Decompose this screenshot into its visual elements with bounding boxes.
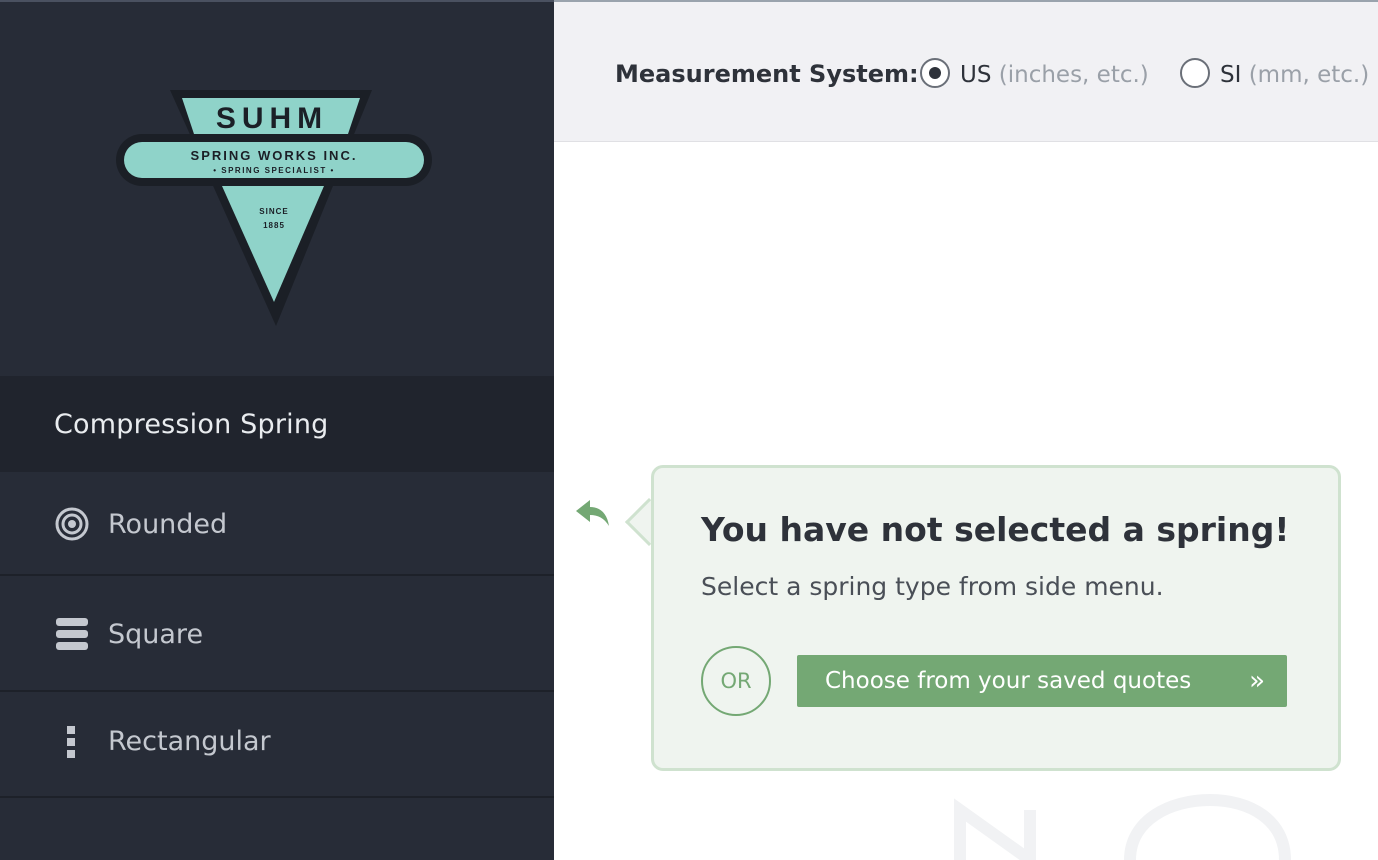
button-label: Choose from your saved quotes bbox=[825, 668, 1192, 694]
or-divider: OR bbox=[701, 646, 771, 716]
radio-si[interactable] bbox=[1180, 58, 1210, 88]
svg-text:1885: 1885 bbox=[263, 221, 285, 230]
svg-text:• SPRING SPECIALIST •: • SPRING SPECIALIST • bbox=[213, 166, 335, 175]
sidebar-item-label: Rectangular bbox=[108, 726, 271, 757]
sidebar-item-rounded[interactable]: Rounded bbox=[0, 472, 554, 576]
sidebar-item-rectangular[interactable]: Rectangular bbox=[0, 692, 554, 798]
sidebar-item-label: Rounded bbox=[108, 509, 228, 540]
measurement-system-label: Measurement System: bbox=[615, 60, 919, 88]
radio-us[interactable] bbox=[920, 58, 950, 88]
measurement-bar: Measurement System: US (inches, etc.) SI… bbox=[554, 0, 1378, 142]
sidebar: SUHM SPRING WORKS INC. • SPRING SPECIALI… bbox=[0, 0, 554, 860]
sidebar-item-square[interactable]: Square bbox=[0, 576, 554, 692]
choose-saved-quotes-button[interactable]: Choose from your saved quotes » bbox=[797, 655, 1287, 707]
background-watermark bbox=[940, 790, 1378, 860]
callout-message: Select a spring type from side menu. bbox=[701, 572, 1164, 601]
concentric-circles-icon bbox=[54, 506, 90, 542]
no-spring-selected-callout: You have not selected a spring! Select a… bbox=[651, 465, 1341, 771]
stacked-bars-icon bbox=[54, 616, 90, 652]
svg-text:SINCE: SINCE bbox=[259, 207, 288, 216]
reply-arrow-icon bbox=[574, 498, 612, 530]
section-header-compression-spring: Compression Spring bbox=[0, 376, 554, 472]
radio-us-label[interactable]: US (inches, etc.) bbox=[960, 62, 1149, 88]
radio-si-label[interactable]: SI (mm, etc.) bbox=[1220, 62, 1369, 88]
svg-text:SPRING WORKS INC.: SPRING WORKS INC. bbox=[191, 148, 358, 163]
double-chevron-right-icon: » bbox=[1249, 666, 1265, 696]
vertical-dots-icon bbox=[54, 724, 90, 760]
logo-wordmark: SUHM bbox=[216, 102, 328, 135]
callout-title: You have not selected a spring! bbox=[701, 510, 1290, 549]
company-logo[interactable]: SUHM SPRING WORKS INC. • SPRING SPECIALI… bbox=[112, 88, 437, 328]
sidebar-item-label: Square bbox=[108, 619, 204, 650]
section-title: Compression Spring bbox=[54, 409, 329, 440]
